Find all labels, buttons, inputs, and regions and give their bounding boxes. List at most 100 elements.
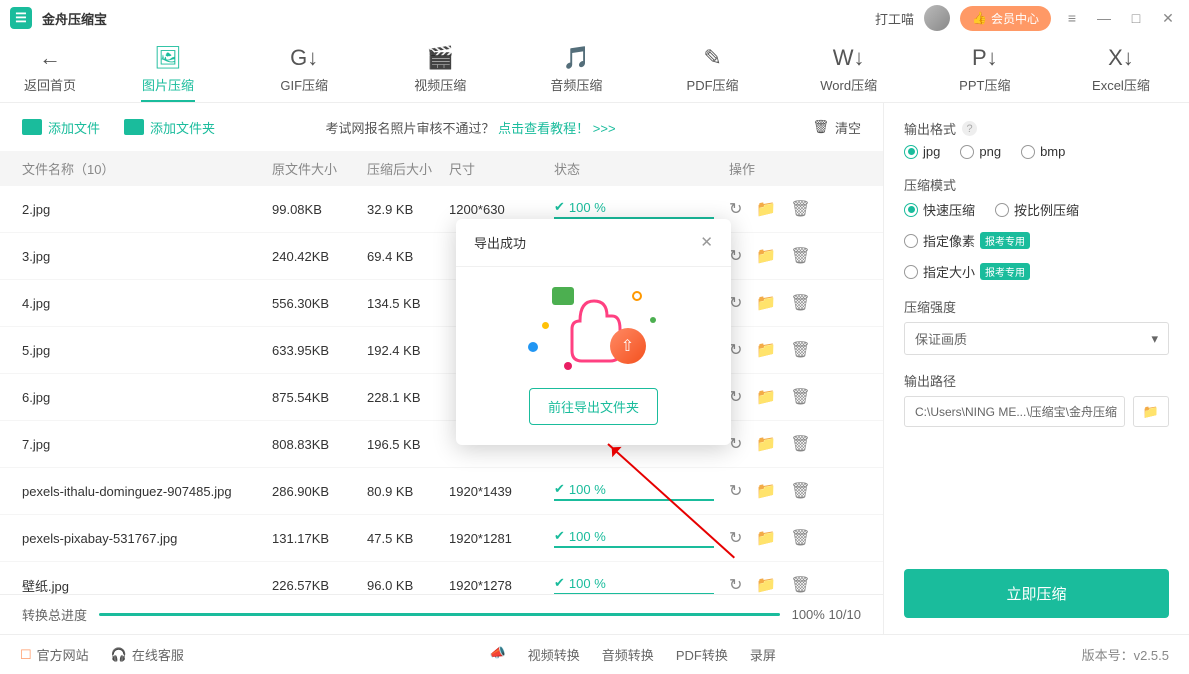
add-file-button[interactable]: 添加文件 <box>22 118 100 137</box>
tab-audio[interactable]: 🎵音频压缩 <box>508 36 644 102</box>
tab-back[interactable]: ← 返回首页 <box>0 36 100 102</box>
support-link[interactable]: 🎧在线客服 <box>111 645 184 664</box>
cell-comp: 80.9 KB <box>367 484 449 499</box>
table-row: 壁纸.jpg 226.57KB 96.0 KB 1920*1278 ✔ 100 … <box>0 562 883 594</box>
maximize-icon[interactable]: □ <box>1125 7 1147 29</box>
tab-ppt[interactable]: P↓PPT压缩 <box>917 36 1053 102</box>
avatar[interactable] <box>924 5 950 31</box>
retry-icon[interactable]: ↻ <box>729 199 742 219</box>
bottom-bar: ☐官方网站 🎧在线客服 📣 视频转换 音频转换 PDF转换 录屏 版本号：v2.… <box>0 634 1189 674</box>
cell-name: 壁纸.jpg <box>22 576 272 595</box>
open-icon[interactable]: 📁 <box>756 246 776 266</box>
radio-size[interactable]: 指定大小报考专用 <box>904 262 1030 281</box>
cell-size: 1920*1278 <box>449 578 554 593</box>
tab-word[interactable]: W↓Word压缩 <box>781 36 917 102</box>
cell-comp: 192.4 KB <box>367 343 449 358</box>
progress-text: 100% 10/10 <box>792 607 861 622</box>
delete-icon[interactable]: 🗑 <box>790 528 810 548</box>
tab-image[interactable]: 🖼图片压缩 <box>100 36 236 102</box>
strength-select[interactable]: 保证画质▾ <box>904 322 1169 355</box>
cell-name: pexels-ithalu-dominguez-907485.jpg <box>22 484 272 499</box>
delete-icon[interactable]: 🗑 <box>790 246 810 266</box>
status-ok: ✔ 100 % <box>554 575 729 591</box>
retry-icon[interactable]: ↻ <box>729 481 742 501</box>
cell-ops: ↻ 📁 🗑 <box>729 481 839 501</box>
radio-ratio[interactable]: 按比例压缩 <box>995 200 1079 219</box>
retry-icon[interactable]: ↻ <box>729 340 742 360</box>
clear-button[interactable]: 🗑清空 <box>812 118 861 137</box>
tab-excel[interactable]: X↓Excel压缩 <box>1053 36 1189 102</box>
radio-pixel[interactable]: 指定像素报考专用 <box>904 231 1030 250</box>
open-icon[interactable]: 📁 <box>756 481 776 501</box>
folder-open-icon: 📁 <box>1143 404 1159 420</box>
help-icon[interactable]: ? <box>962 121 977 136</box>
link-pdf[interactable]: PDF转换 <box>676 645 728 664</box>
open-folder-button[interactable]: 前往导出文件夹 <box>529 388 658 425</box>
speaker-icon: 📣 <box>490 645 506 664</box>
open-icon[interactable]: 📁 <box>756 199 776 219</box>
retry-icon[interactable]: ↻ <box>729 575 742 594</box>
delete-icon[interactable]: 🗑 <box>790 340 810 360</box>
retry-icon[interactable]: ↻ <box>729 293 742 313</box>
table-row: 5.jpg 633.95KB 192.4 KB ↻ 📁 🗑 <box>0 327 883 374</box>
tips-link[interactable]: 点击查看教程！ <box>498 121 589 136</box>
col-name: 文件名称（10） <box>22 159 272 178</box>
settings-panel: 输出格式? jpg png bmp 压缩模式 快速压缩 按比例压缩 指定像素报考… <box>884 103 1189 634</box>
back-icon: ← <box>39 45 61 71</box>
radio-fast[interactable]: 快速压缩 <box>904 200 975 219</box>
delete-icon[interactable]: 🗑 <box>790 434 810 454</box>
progress-bar <box>99 613 780 616</box>
add-folder-button[interactable]: 添加文件夹 <box>124 118 215 137</box>
vip-button[interactable]: 👍 会员中心 <box>960 6 1051 31</box>
cell-comp: 96.0 KB <box>367 578 449 593</box>
cell-name: 3.jpg <box>22 249 272 264</box>
modal-close-icon[interactable]: ✕ <box>700 233 713 252</box>
open-icon[interactable]: 📁 <box>756 293 776 313</box>
tab-pdf[interactable]: ✎PDF压缩 <box>645 36 781 102</box>
ppt-icon: P↓ <box>972 45 998 71</box>
delete-icon[interactable]: 🗑 <box>790 575 810 594</box>
retry-icon[interactable]: ↻ <box>729 528 742 548</box>
link-audio[interactable]: 音频转换 <box>602 645 654 664</box>
open-icon[interactable]: 📁 <box>756 434 776 454</box>
open-icon[interactable]: 📁 <box>756 387 776 407</box>
retry-icon[interactable]: ↻ <box>729 434 742 454</box>
radio-bmp[interactable]: bmp <box>1021 144 1065 159</box>
cell-orig: 556.30KB <box>272 296 367 311</box>
pdf-icon: ✎ <box>703 45 721 71</box>
share-icon: ⇧ <box>610 328 646 364</box>
col-ops: 操作 <box>729 159 839 178</box>
path-input[interactable]: C:\Users\NING ME...\压缩宝\金舟压缩 <box>904 396 1125 427</box>
retry-icon[interactable]: ↻ <box>729 246 742 266</box>
delete-icon[interactable]: 🗑 <box>790 199 810 219</box>
cell-comp: 69.4 KB <box>367 249 449 264</box>
check-icon: ✔ <box>554 575 565 591</box>
radio-png[interactable]: png <box>960 144 1001 159</box>
output-format-label: 输出格式? <box>904 119 1169 138</box>
browse-folder-button[interactable]: 📁 <box>1133 396 1169 427</box>
col-orig: 原文件大小 <box>272 159 367 178</box>
cell-ops: ↻ 📁 🗑 <box>729 434 839 454</box>
open-icon[interactable]: 📁 <box>756 575 776 594</box>
delete-icon[interactable]: 🗑 <box>790 481 810 501</box>
app-logo-icon: ☰ <box>10 7 32 29</box>
link-record[interactable]: 录屏 <box>750 645 776 664</box>
link-video[interactable]: 视频转换 <box>528 645 580 664</box>
menu-icon[interactable]: ≡ <box>1061 7 1083 29</box>
minimize-icon[interactable]: — <box>1093 7 1115 29</box>
delete-icon[interactable]: 🗑 <box>790 293 810 313</box>
open-icon[interactable]: 📁 <box>756 340 776 360</box>
tab-video[interactable]: 🎬视频压缩 <box>372 36 508 102</box>
open-icon[interactable]: 📁 <box>756 528 776 548</box>
radio-jpg[interactable]: jpg <box>904 144 940 159</box>
compress-button[interactable]: 立即压缩 <box>904 569 1169 618</box>
tab-gif[interactable]: G↓GIF压缩 <box>236 36 372 102</box>
retry-icon[interactable]: ↻ <box>729 387 742 407</box>
delete-icon[interactable]: 🗑 <box>790 387 810 407</box>
cell-name: pexels-pixabay-531767.jpg <box>22 531 272 546</box>
browser-icon: ☐ <box>20 647 32 663</box>
cell-comp: 32.9 KB <box>367 202 449 217</box>
official-site-link[interactable]: ☐官方网站 <box>20 645 89 664</box>
close-icon[interactable]: ✕ <box>1157 7 1179 29</box>
table-row: pexels-ithalu-dominguez-907485.jpg 286.9… <box>0 468 883 515</box>
